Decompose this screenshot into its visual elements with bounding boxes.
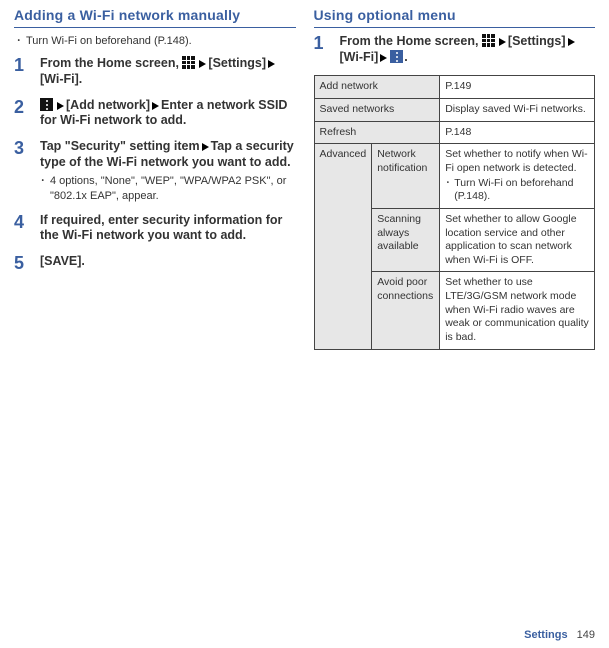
step-instruction: [Add network]Enter a network SSID for Wi…: [40, 98, 296, 129]
row-advanced-label: Advanced: [314, 144, 372, 349]
page-footer: Settings 149: [524, 628, 595, 642]
more-vertical-icon: [40, 98, 53, 111]
row-add-network-label: Add network: [314, 76, 440, 99]
bullet-icon: ･: [445, 177, 454, 204]
step-row: 1From the Home screen, [Settings][Wi-Fi]…: [314, 34, 596, 65]
step-instruction: From the Home screen, [Settings][Wi-Fi].: [340, 34, 596, 65]
netnotif-bullet-row: ･ Turn Wi-Fi on beforehand (P.148).: [445, 177, 589, 204]
step-row: 1From the Home screen, [Settings][Wi-Fi]…: [14, 56, 296, 87]
step-number: 2: [14, 98, 40, 129]
step-row: 3Tap "Security" setting itemTap a securi…: [14, 139, 296, 203]
row-netnotif-label: Network notification: [372, 144, 440, 209]
step-body: If required, enter security information …: [40, 213, 296, 244]
netnotif-text: Set whether to notify when Wi-Fi open ne…: [445, 148, 587, 174]
arrow-icon: [152, 102, 159, 110]
row-saved-networks-label: Saved networks: [314, 99, 440, 122]
arrow-icon: [199, 60, 206, 68]
bullet-icon: ･: [16, 34, 26, 48]
step-instruction: From the Home screen, [Settings][Wi-Fi].: [40, 56, 296, 87]
step-instruction: Tap "Security" setting itemTap a securit…: [40, 139, 296, 170]
step-number: 1: [14, 56, 40, 87]
row-saved-networks-value: Display saved Wi-Fi networks.: [440, 99, 595, 122]
step-body: From the Home screen, [Settings][Wi-Fi].: [40, 56, 296, 87]
step-row: 2[Add network]Enter a network SSID for W…: [14, 98, 296, 129]
netnotif-bullet-text: Turn Wi-Fi on beforehand (P.148).: [454, 177, 589, 204]
step-note: ･4 options, "None", "WEP", "WPA/WPA2 PSK…: [40, 174, 296, 203]
optional-menu-table: Add network P.149 Saved networks Display…: [314, 75, 596, 349]
left-steps: 1From the Home screen, [Settings][Wi-Fi]…: [14, 56, 296, 273]
arrow-icon: [499, 38, 506, 46]
step-number: 4: [14, 213, 40, 244]
step-number: 1: [314, 34, 340, 65]
row-avoid-label: Avoid poor connections: [372, 272, 440, 349]
row-refresh-label: Refresh: [314, 121, 440, 144]
step-number: 5: [14, 254, 40, 274]
intro-note: ･ Turn Wi-Fi on beforehand (P.148).: [16, 34, 296, 48]
apps-grid-icon: [182, 56, 195, 69]
arrow-icon: [202, 143, 209, 151]
step-body: [SAVE].: [40, 254, 296, 274]
row-add-network-value: P.149: [440, 76, 595, 99]
right-column: Using optional menu 1From the Home scree…: [314, 6, 596, 638]
left-section-title: Adding a Wi-Fi network manually: [14, 6, 296, 28]
step-row: 4If required, enter security information…: [14, 213, 296, 244]
row-scan-label: Scanning always available: [372, 208, 440, 272]
footer-page-number: 149: [577, 629, 595, 641]
bullet-icon: ･: [40, 174, 50, 203]
arrow-icon: [57, 102, 64, 110]
step-row: 5[SAVE].: [14, 254, 296, 274]
row-refresh-value: P.148: [440, 121, 595, 144]
apps-grid-icon: [482, 34, 495, 47]
row-avoid-value: Set whether to use LTE/3G/GSM network mo…: [440, 272, 595, 349]
step-body: [Add network]Enter a network SSID for Wi…: [40, 98, 296, 129]
step-instruction: If required, enter security information …: [40, 213, 296, 244]
step-note-text: 4 options, "None", "WEP", "WPA/WPA2 PSK"…: [50, 174, 296, 203]
step-body: Tap "Security" setting itemTap a securit…: [40, 139, 296, 203]
step-number: 3: [14, 139, 40, 203]
left-column: Adding a Wi-Fi network manually ･ Turn W…: [14, 6, 296, 638]
step-body: From the Home screen, [Settings][Wi-Fi].: [340, 34, 596, 65]
arrow-icon: [568, 38, 575, 46]
row-scan-value: Set whether to allow Google location ser…: [440, 208, 595, 272]
arrow-icon: [268, 60, 275, 68]
right-section-title: Using optional menu: [314, 6, 596, 28]
footer-section: Settings: [524, 629, 567, 641]
step-instruction: [SAVE].: [40, 254, 296, 270]
more-vertical-blue-icon: [390, 50, 403, 63]
row-netnotif-value: Set whether to notify when Wi-Fi open ne…: [440, 144, 595, 209]
arrow-icon: [380, 54, 387, 62]
intro-text: Turn Wi-Fi on beforehand (P.148).: [26, 34, 192, 48]
right-steps: 1From the Home screen, [Settings][Wi-Fi]…: [314, 34, 596, 65]
